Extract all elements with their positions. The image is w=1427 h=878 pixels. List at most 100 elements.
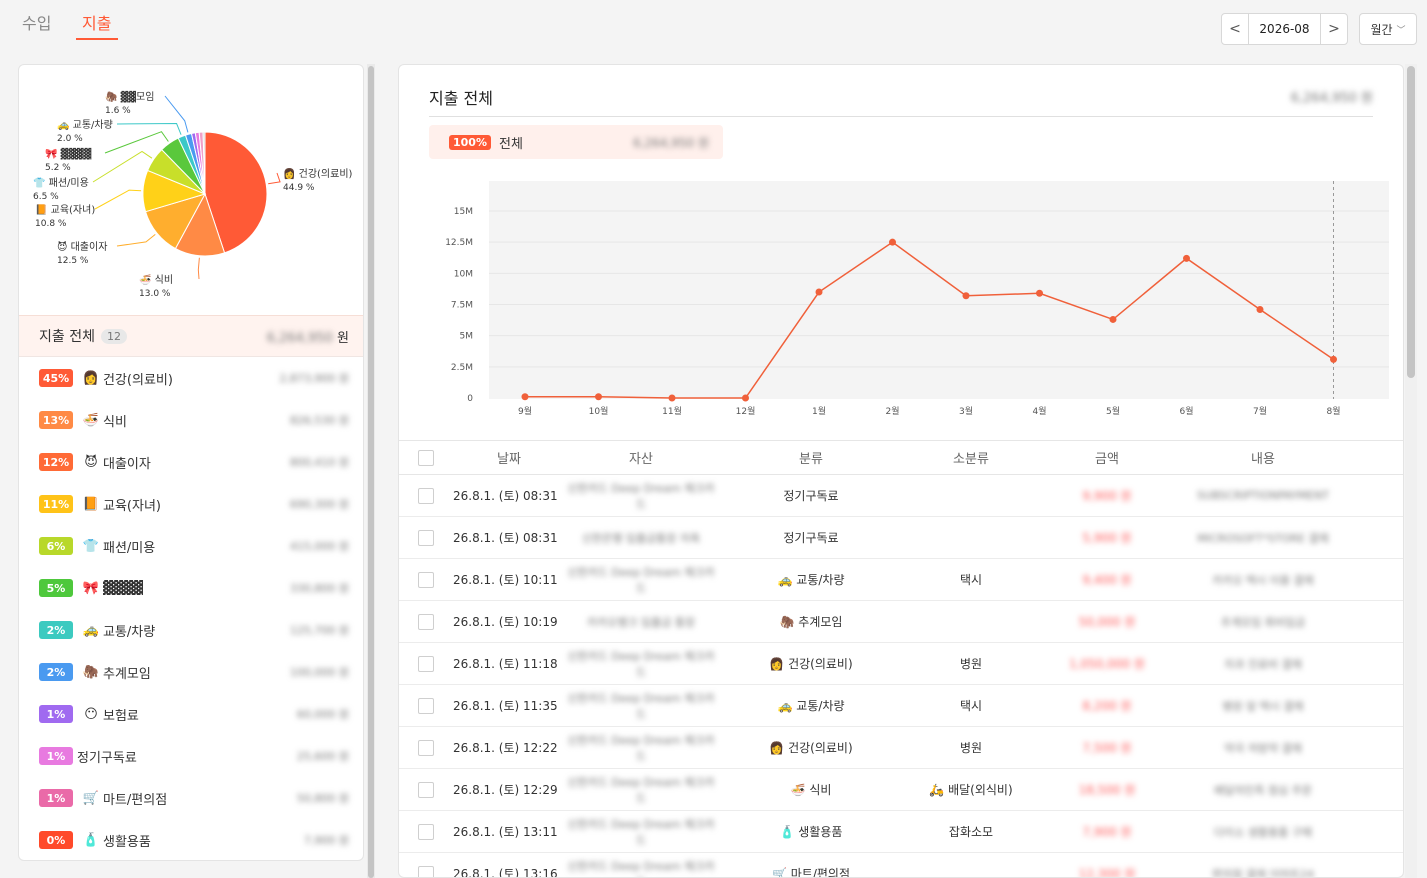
row-subcategory-icon: 🛵 [929,783,945,797]
category-name: 식비 [103,414,127,430]
right-scrollbar-thumb[interactable] [1407,66,1415,378]
header-category[interactable]: 분류 [717,448,905,467]
row-asset: 카카오뱅크 입출금 통장 [586,615,696,629]
data-point[interactable] [668,394,676,402]
category-item[interactable]: 6% 👕 패션/미용 415,000 원 [19,525,363,567]
data-point[interactable] [1256,305,1264,313]
table-row[interactable]: 26.8.1. (토) 10:11 신한카드 Deep Dream 체크카드 🚕 교… [399,559,1403,601]
header-date[interactable]: 날짜 [453,448,565,467]
tab-expense[interactable]: 지출 [82,10,111,34]
x-tick-label: 12월 [736,405,756,417]
header-asset[interactable]: 자산 [565,448,717,467]
row-category-name: 건강(의료비) [788,741,853,755]
row-category-name: 식비 [809,783,832,797]
row-memo: 병원 앞 택시 결제 [1222,699,1304,713]
data-point[interactable] [1330,355,1337,363]
row-category-name: 마트/편의점 [790,867,851,878]
category-pie-chart: 👩 건강(의료비) 44.9 % 🍜 식비 13.0 % 😈 대출이자 12.5 % 📙 교… [33,90,353,299]
category-item[interactable]: 11% 📙 교육(자녀) 690,300 원 [19,483,363,525]
next-month-button[interactable]: > [1320,14,1347,44]
row-checkbox[interactable] [418,487,434,504]
data-point[interactable] [1036,289,1043,297]
row-subcategory-name: 택시 [959,573,983,587]
data-point[interactable] [962,292,970,300]
category-icon: 😈 [84,454,98,470]
data-point[interactable] [889,238,896,246]
left-scrollbar-thumb[interactable] [368,66,374,878]
category-item[interactable]: 12% 😈 대출이자 800,410 원 [19,441,363,483]
row-category: 👩 건강(의료비) [717,655,905,672]
category-icon: 🍜 [82,412,100,428]
row-subcategory-name: 배달(외식비) [948,783,1013,797]
row-checkbox[interactable] [418,739,434,756]
category-name: 교통/차량 [103,624,156,640]
expense-total-row[interactable]: 지출 전체 12 6,264,950 원 [19,315,363,357]
table-row[interactable]: 26.8.1. (토) 12:22 신한카드 Deep Dream 체크카드 👩 건… [399,727,1403,769]
category-item[interactable]: 2% 🚕 교통/차량 125,700 원 [19,609,363,651]
tab-income[interactable]: 수입 [22,10,51,34]
table-row[interactable]: 26.8.1. (토) 10:19 카카오뱅크 입출금 통장 🦣 추계모임 50,00… [399,601,1403,643]
data-point[interactable] [815,288,823,296]
chevron-right-icon: > [1328,21,1340,37]
row-amount: 9,400 원 [1082,573,1132,587]
row-checkbox[interactable] [418,613,434,630]
category-item[interactable]: 1% 정기구독료 25,600 원 [19,735,363,777]
category-item[interactable]: 13% 🍜 식비 826,530 원 [19,399,363,441]
table-header: 날짜 자산 분류 소분류 금액 내용 [399,440,1403,475]
prev-month-button[interactable]: < [1222,14,1249,44]
table-row[interactable]: 26.8.1. (토) 13:11 신한카드 Deep Dream 체크카드 🧴 생… [399,811,1403,853]
category-amount: 826,530 원 [289,414,349,427]
category-item[interactable]: 5% 🎀 ▓▓▓▓ 330,800 원 [19,567,363,609]
category-item[interactable]: 45% 👩 건강(의료비) 2,873,900 원 [19,357,363,399]
category-name: 생활용품 [103,834,151,850]
select-all-checkbox[interactable] [418,449,434,466]
pie-label: 👕 패션/미용 [33,177,89,189]
header-memo[interactable]: 내용 [1177,448,1349,467]
y-tick-label: 0 [467,394,473,404]
header-amount[interactable]: 금액 [1037,448,1177,467]
header-subcategory[interactable]: 소분류 [905,448,1037,467]
row-memo: MICROSOFT*STORE 결제 [1197,531,1329,545]
row-subcategory-name: 택시 [959,699,983,713]
table-row[interactable]: 26.8.1. (토) 12:29 신한카드 Deep Dream 체크카드 🍜 식… [399,769,1403,811]
x-tick-label: 11월 [662,405,682,417]
x-tick-label: 9월 [518,405,532,417]
category-item[interactable]: 0% 🧴 생활용품 7,900 원 [19,819,363,860]
data-point[interactable] [1183,254,1190,262]
category-name: 건강(의료비) [103,372,173,388]
table-row[interactable]: 26.8.1. (토) 11:35 신한카드 Deep Dream 체크카드 🚕 교… [399,685,1403,727]
row-checkbox[interactable] [418,697,434,714]
row-checkbox[interactable] [418,529,434,546]
category-item[interactable]: 1% 🛒 마트/편의점 50,800 원 [19,777,363,819]
table-row[interactable]: 26.8.1. (토) 13:16신한카드 Deep Dream 체크카드🛒 마… [399,853,1403,878]
category-icon: 😶 [84,706,98,722]
category-item[interactable]: 2% 🦣 추계모임 100,000 원 [19,651,363,693]
table-row[interactable]: 26.8.1. (토) 11:18 신한카드 Deep Dream 체크카드 👩 건… [399,643,1403,685]
table-row[interactable]: 26.8.1. (토) 08:31 신한은행 입출금통장 저축 정기구독료 5,900… [399,517,1403,559]
all-category-chip[interactable]: 100% 전체 6,264,950 원 [429,125,723,159]
row-memo: 추계모임 회비입금 [1220,615,1306,629]
data-point[interactable] [521,393,529,401]
category-item[interactable]: 1% 😶 보험료 60,000 원 [19,693,363,735]
expense-total-label: 지출 전체 [39,329,95,345]
data-point[interactable] [1109,315,1117,323]
row-amount: 18,500 원 [1078,783,1136,797]
category-percent-badge: 6% [39,537,73,555]
row-checkbox[interactable] [418,781,434,798]
row-checkbox[interactable] [418,865,434,877]
left-scrollbar[interactable] [367,64,375,878]
row-checkbox[interactable] [418,571,434,588]
period-select[interactable]: 월간 ﹀ [1359,13,1417,45]
table-row[interactable]: 26.8.1. (토) 08:31 신한카드 Deep Dream 체크카드 정기구… [399,475,1403,517]
pie-label: 🚕 교통/차량 [57,119,113,131]
data-point[interactable] [595,393,602,401]
row-category: 🚕 교통/차량 [717,571,905,588]
category-name: 보험료 [103,708,139,724]
row-asset: 신한카드 Deep Dream 체크카드 [567,649,715,679]
category-name: 정기구독료 [77,750,137,766]
data-point[interactable] [742,394,749,402]
row-checkbox[interactable] [418,655,434,672]
row-amount: 7,900 원 [1082,825,1132,839]
row-checkbox[interactable] [418,823,434,840]
right-scrollbar[interactable] [1405,64,1417,878]
